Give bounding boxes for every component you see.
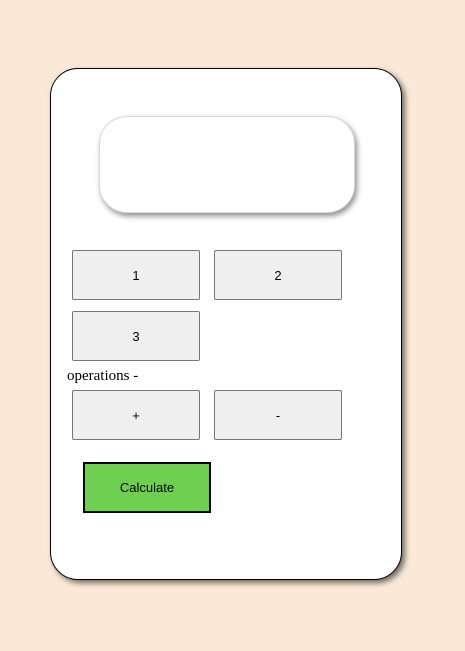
operations-label: operations - — [67, 368, 139, 384]
plus-button[interactable]: + — [72, 390, 200, 440]
digit-3-button[interactable]: 3 — [72, 311, 200, 361]
digit-2-button[interactable]: 2 — [214, 250, 342, 300]
result-display — [99, 116, 355, 213]
digit-1-button[interactable]: 1 — [72, 250, 200, 300]
minus-button[interactable]: - — [214, 390, 342, 440]
calculate-button[interactable]: Calculate — [83, 462, 211, 513]
calculator-panel: 1 2 3 operations - + - Calculate — [50, 68, 402, 580]
